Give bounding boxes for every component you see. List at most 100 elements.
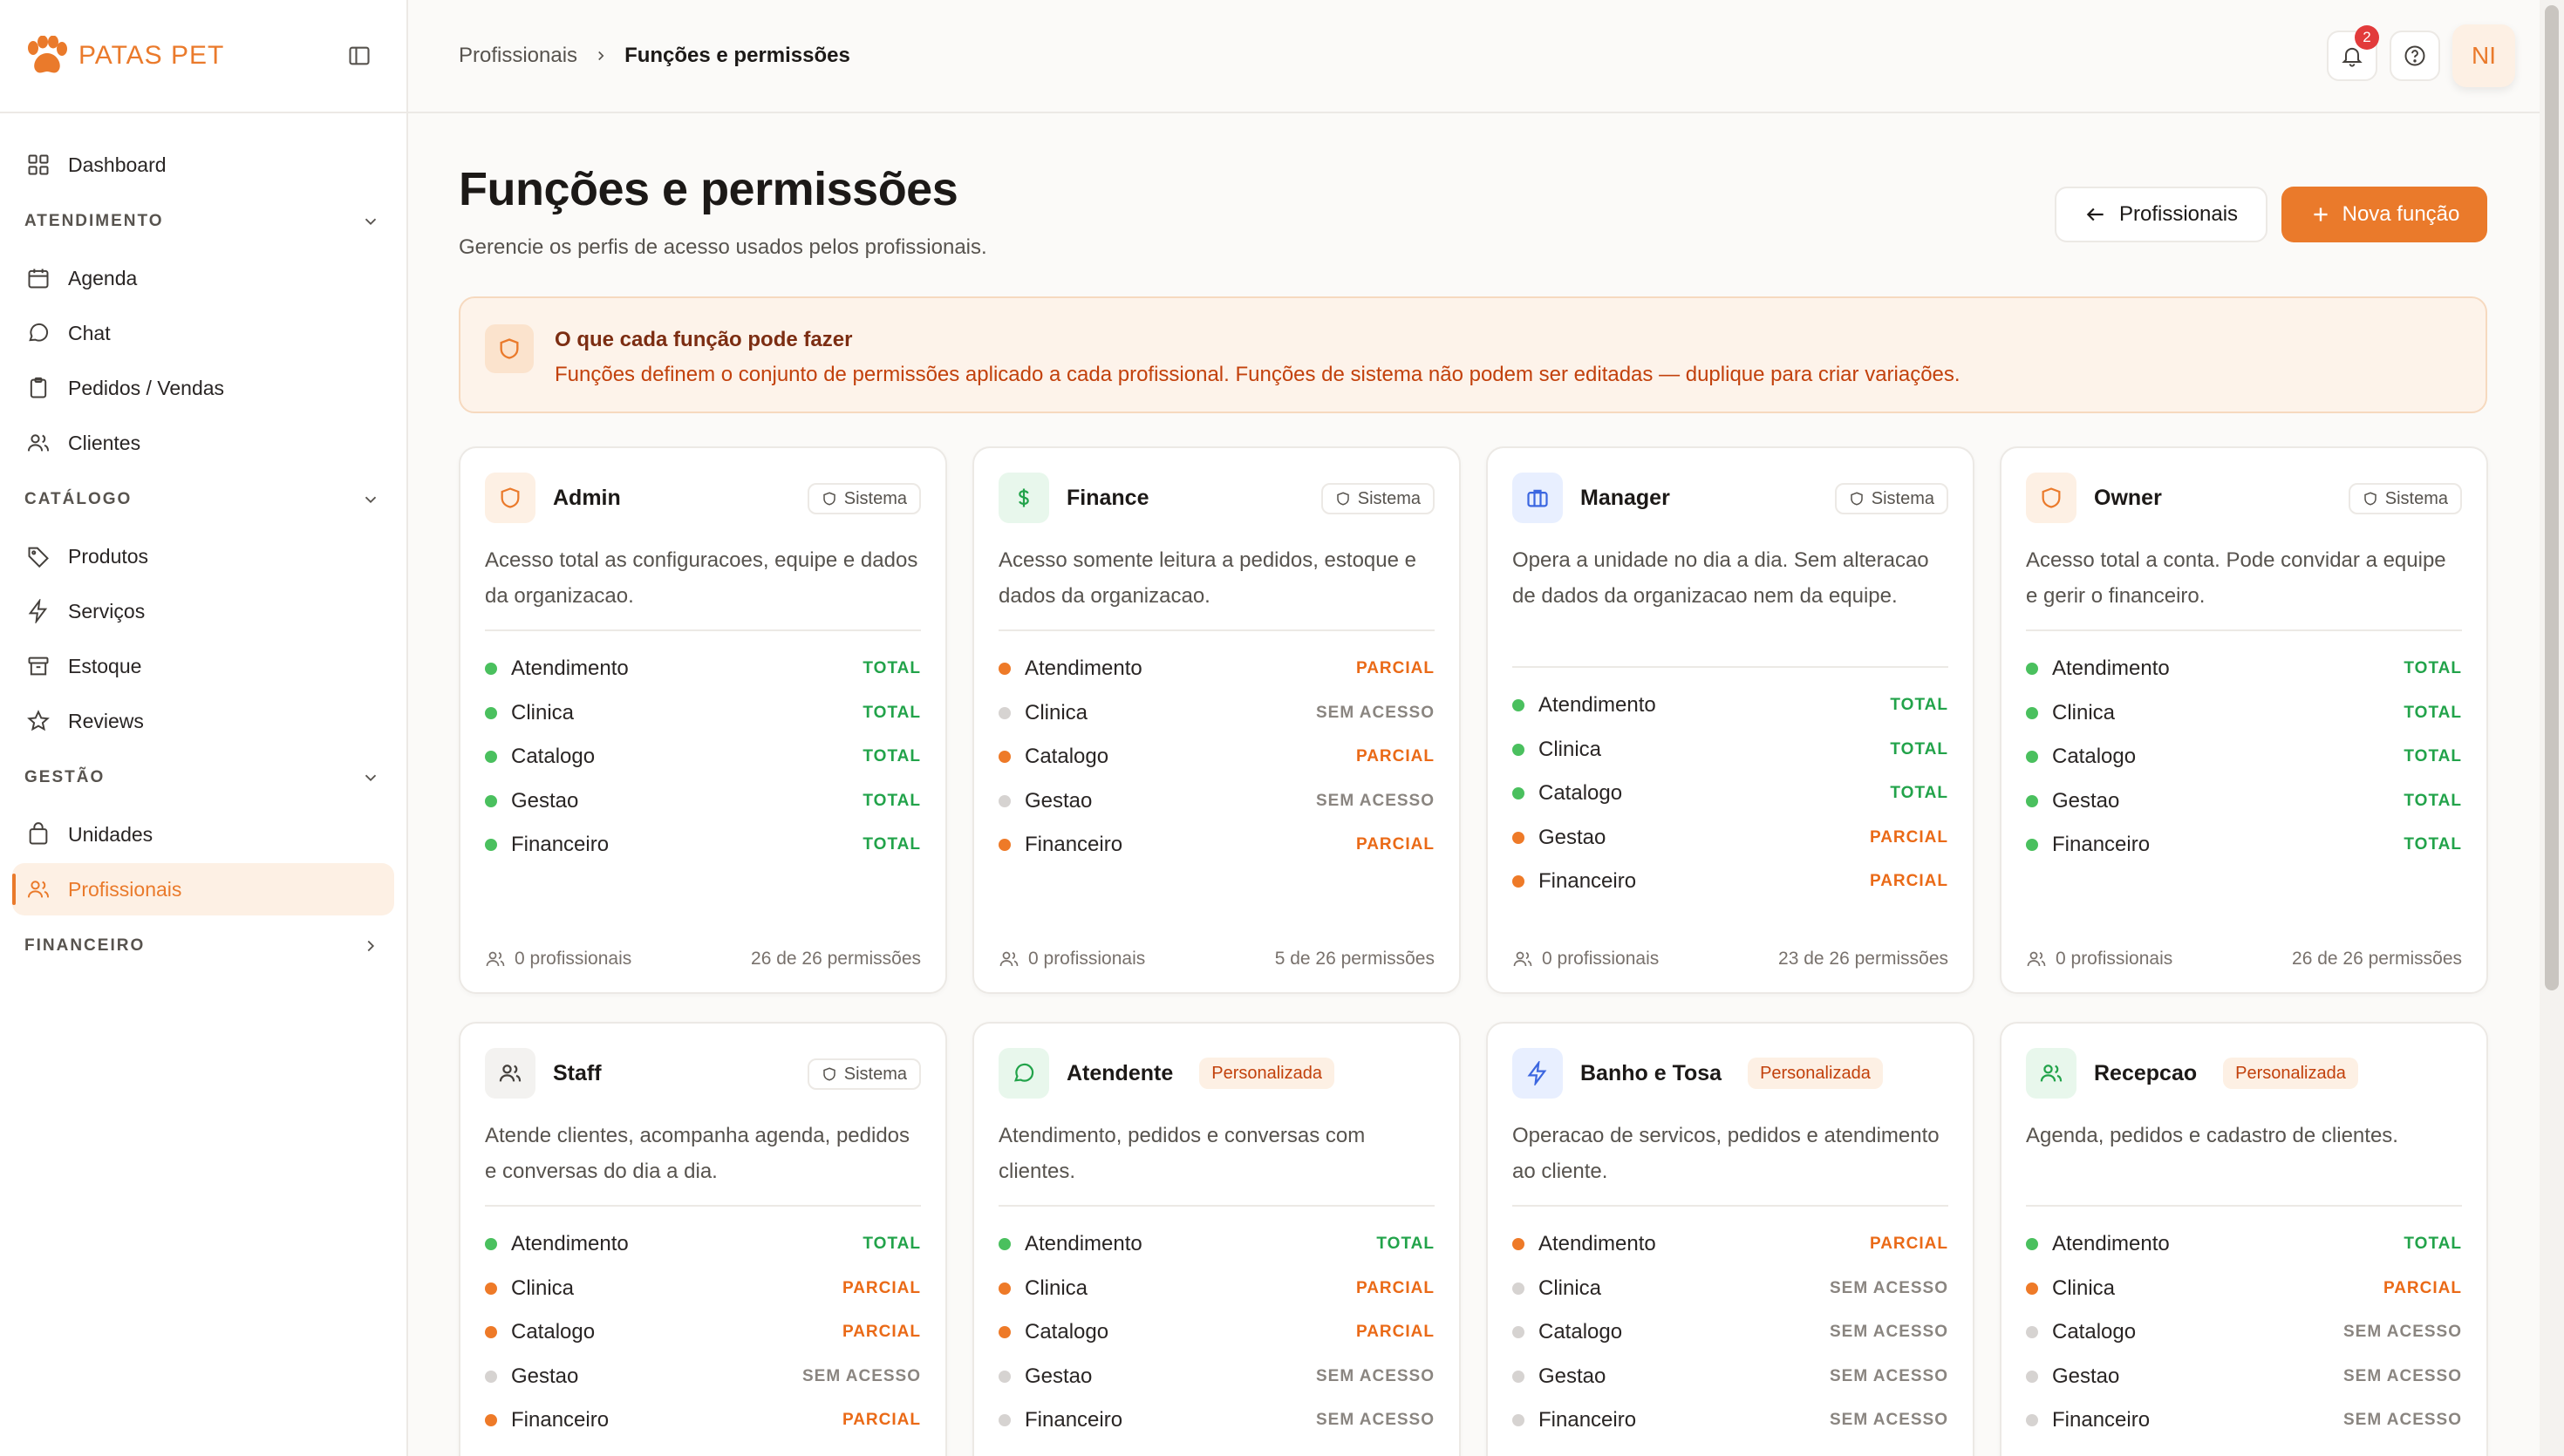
permission-area: Gestao [2052, 788, 2120, 813]
chevron-right-icon [598, 51, 604, 61]
shield-icon [2364, 492, 2376, 506]
permission-level: TOTAL [863, 1235, 921, 1254]
new-role-button[interactable]: Nova função [2281, 187, 2487, 242]
sidebar-section-catalogo[interactable]: CATÁLOGO [0, 472, 406, 527]
sidebar-toggle-icon[interactable] [347, 44, 372, 68]
sidebar-item-pedidos[interactable]: Pedidos / Vendas [12, 362, 394, 414]
role-card-staff[interactable]: Staff Sistema Atende clientes, acompanha… [459, 1022, 947, 1456]
users-icon [999, 951, 1019, 967]
permission-area: Gestao [1538, 1364, 1606, 1388]
sidebar-item-dashboard[interactable]: Dashboard [12, 139, 394, 191]
role-card-recepcao[interactable]: Recepcao Personalizada Agenda, pedidos e… [2000, 1022, 2488, 1456]
permission-area: Gestao [511, 1364, 579, 1388]
scrollbar-thumb[interactable] [2545, 5, 2559, 990]
role-name: Atendente [1067, 1060, 1174, 1085]
sidebar-item-profissionais[interactable]: Profissionais [12, 863, 394, 915]
card-divider [1512, 666, 1948, 668]
sidebar-item-estoque[interactable]: Estoque [12, 640, 394, 692]
permission-area: Financeiro [1025, 1408, 1123, 1432]
permission-level: SEM ACESSO [1830, 1278, 1948, 1297]
permission-area: Financeiro [511, 833, 610, 857]
sidebar-item-reviews[interactable]: Reviews [12, 695, 394, 747]
permission-row: Financeiro PARCIAL [485, 1398, 921, 1443]
back-to-profissionais-button[interactable]: Profissionais [2055, 187, 2267, 242]
permission-area: Clinica [511, 700, 575, 725]
role-card-banho-e-tosa[interactable]: Banho e Tosa Personalizada Operacao de s… [1486, 1022, 1974, 1456]
sidebar-item-unidades[interactable]: Unidades [12, 808, 394, 861]
notification-badge: 2 [2355, 25, 2379, 50]
permission-row: Financeiro PARCIAL [999, 823, 1435, 867]
sidebar-section-financeiro[interactable]: FINANCEIRO [0, 918, 406, 974]
info-callout: O que cada função pode fazer Funções def… [459, 296, 2487, 413]
level-dot [1512, 1370, 1524, 1383]
permission-row: Gestao SEM ACESSO [485, 1355, 921, 1399]
role-name: Staff [553, 1060, 602, 1085]
permission-area: Catalogo [1025, 745, 1109, 769]
sidebar-section-gestao[interactable]: GESTÃO [0, 750, 406, 806]
role-card-atendente[interactable]: Atendente Personalizada Atendimento, ped… [972, 1022, 1461, 1456]
permission-level: TOTAL [2404, 835, 2462, 854]
chat-bubble-icon [1014, 1063, 1034, 1082]
tag-label: Sistema [1357, 488, 1421, 508]
sidebar-item-agenda[interactable]: Agenda [12, 252, 394, 304]
tag-label: Sistema [843, 1064, 907, 1084]
shield-icon [1337, 492, 1349, 506]
sidebar-item-label: Reviews [68, 709, 144, 732]
card-header: Admin Sistema [485, 473, 921, 523]
card-divider [1512, 1205, 1948, 1207]
permission-level: PARCIAL [1355, 1278, 1435, 1297]
sidebar-section-atendimento[interactable]: ATENDIMENTO [0, 194, 406, 249]
shield-icon [823, 1067, 835, 1081]
sidebar-item-chat[interactable]: Chat [12, 307, 394, 359]
help-button[interactable] [2390, 31, 2440, 81]
avatar[interactable]: NI [2452, 24, 2515, 87]
role-card-manager[interactable]: Manager Sistema Opera a unidade no dia a… [1486, 446, 1974, 994]
permission-row: Financeiro SEM ACESSO [999, 1398, 1435, 1443]
sidebar-item-label: Agenda [68, 266, 138, 289]
permission-row: Atendimento TOTAL [485, 647, 921, 691]
card-header: Staff Sistema [485, 1048, 921, 1099]
grid-icon [28, 154, 49, 175]
sidebar-item-produtos[interactable]: Produtos [12, 530, 394, 582]
level-dot [1512, 787, 1524, 800]
role-description: Opera a unidade no dia a dia. Sem altera… [1512, 548, 1929, 608]
breadcrumb-link-profissionais[interactable]: Profissionais [459, 44, 577, 68]
level-dot [2026, 839, 2038, 852]
permission-level: SEM ACESSO [2343, 1411, 2462, 1430]
page-subtitle: Gerencie os perfis de acesso usados pelo… [459, 235, 987, 259]
permission-level: TOTAL [1890, 739, 1948, 759]
permission-level: TOTAL [2404, 747, 2462, 766]
permission-level: PARCIAL [842, 1278, 921, 1297]
chevron-down-icon [365, 218, 377, 226]
users-icon [486, 951, 505, 967]
level-dot [999, 1326, 1011, 1339]
permission-area: Atendimento [1538, 693, 1656, 718]
role-card-owner[interactable]: Owner Sistema Acesso total a conta. Pode… [2000, 446, 2488, 994]
sidebar-item-clientes[interactable]: Clientes [12, 417, 394, 469]
permission-area: Clinica [1538, 1276, 1602, 1300]
level-dot [485, 1326, 497, 1339]
sidebar-item-servicos[interactable]: Serviços [12, 585, 394, 637]
notifications-button[interactable]: 2 [2327, 25, 2379, 81]
permission-area: Clinica [2052, 700, 2116, 725]
card-header: Manager Sistema [1512, 473, 1948, 523]
scrollbar[interactable] [2540, 0, 2564, 1456]
permission-row: Gestao SEM ACESSO [999, 1355, 1435, 1399]
permission-area: Catalogo [511, 1320, 596, 1344]
role-card-finance[interactable]: Finance Sistema Acesso somente leitura a… [972, 446, 1461, 994]
permission-row: Clinica PARCIAL [2026, 1267, 2462, 1311]
role-card-admin[interactable]: Admin Sistema Acesso total as configurac… [459, 446, 947, 994]
level-dot [1512, 831, 1524, 844]
permission-level: SEM ACESSO [1316, 1411, 1435, 1430]
permission-area: Atendimento [1025, 1232, 1142, 1256]
permission-level: TOTAL [2404, 1235, 2462, 1254]
permission-level: TOTAL [863, 791, 921, 810]
card-divider [485, 1205, 921, 1207]
permission-row: Financeiro TOTAL [2026, 823, 2462, 867]
permission-level: PARCIAL [1869, 1235, 1948, 1254]
lightning-icon [1527, 1061, 1547, 1085]
users-icon [499, 1065, 522, 1082]
permission-list: Atendimento TOTAL Clinica PARCIAL Catalo… [485, 1222, 921, 1443]
sidebar-item-label: Unidades [68, 822, 153, 846]
brand-name: PATAS PET [78, 41, 225, 70]
